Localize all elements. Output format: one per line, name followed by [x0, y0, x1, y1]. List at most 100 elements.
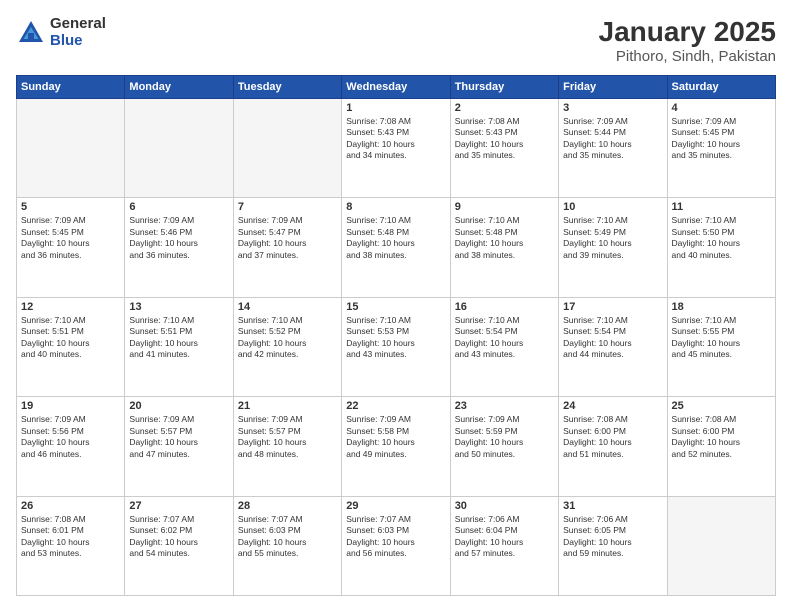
day-cell-4-2: 28Sunrise: 7:07 AM Sunset: 6:03 PM Dayli…: [233, 496, 341, 595]
day-info: Sunrise: 7:10 AM Sunset: 5:53 PM Dayligh…: [346, 315, 445, 361]
day-info: Sunrise: 7:09 AM Sunset: 5:47 PM Dayligh…: [238, 215, 337, 261]
day-info: Sunrise: 7:10 AM Sunset: 5:48 PM Dayligh…: [455, 215, 554, 261]
calendar-subtitle: Pithoro, Sindh, Pakistan: [599, 48, 776, 65]
day-info: Sunrise: 7:09 AM Sunset: 5:46 PM Dayligh…: [129, 215, 228, 261]
day-number: 26: [21, 500, 120, 512]
day-info: Sunrise: 7:09 AM Sunset: 5:56 PM Dayligh…: [21, 414, 120, 460]
day-number: 11: [672, 201, 771, 213]
day-number: 5: [21, 201, 120, 213]
logo: General Blue: [16, 16, 106, 49]
day-cell-3-4: 23 Sunrise: 7:09 AM Sunset: 5:59 PM Dayli…: [450, 397, 558, 496]
week-row-1: 1 Sunrise: 7:08 AM Sunset: 5:43 PM Daylig…: [17, 99, 776, 198]
day-info: Sunrise: 7:10 AM Sunset: 5:51 PM Dayligh…: [21, 315, 120, 361]
header-tuesday: Tuesday: [233, 76, 341, 99]
day-info: Sunrise: 7:10 AM Sunset: 5:51 PM Dayligh…: [129, 315, 228, 361]
day-info: Sunrise: 7:09 AM Sunset: 5:45 PM Dayligh…: [21, 215, 120, 261]
day-info: Sunrise: 7:10 AM Sunset: 5:54 PM Dayligh…: [455, 315, 554, 361]
week-row-3: 12Sunrise: 7:10 AM Sunset: 5:51 PM Dayli…: [17, 297, 776, 396]
header-wednesday: Wednesday: [342, 76, 450, 99]
day-number: 7: [238, 201, 337, 213]
day-cell-1-5: 10 Sunrise: 7:10 AM Sunset: 5:49 PM Dayli…: [559, 198, 667, 297]
title-block: January 2025 Pithoro, Sindh, Pakistan: [599, 16, 776, 65]
day-cell-3-6: 25 Sunrise: 7:08 AM Sunset: 6:00 PM Dayli…: [667, 397, 775, 496]
header-monday: Monday: [125, 76, 233, 99]
day-number: 8: [346, 201, 445, 213]
header-saturday: Saturday: [667, 76, 775, 99]
day-info: Sunrise: 7:06 AM Sunset: 6:04 PM Dayligh…: [455, 514, 554, 560]
day-number: 18: [672, 301, 771, 313]
day-cell-0-1: [125, 99, 233, 198]
day-info: Sunrise: 7:09 AM Sunset: 5:44 PM Dayligh…: [563, 116, 662, 162]
day-info: Sunrise: 7:10 AM Sunset: 5:48 PM Dayligh…: [346, 215, 445, 261]
day-number: 16: [455, 301, 554, 313]
day-number: 25: [672, 400, 771, 412]
day-number: 1: [346, 102, 445, 114]
day-cell-4-0: 26 Sunrise: 7:08 AM Sunset: 6:01 PM Dayli…: [17, 496, 125, 595]
day-info: Sunrise: 7:08 AM Sunset: 5:43 PM Dayligh…: [455, 116, 554, 162]
header-sunday: Sunday: [17, 76, 125, 99]
day-info: Sunrise: 7:10 AM Sunset: 5:49 PM Dayligh…: [563, 215, 662, 261]
day-number: 27: [129, 500, 228, 512]
logo-text: General Blue: [50, 16, 106, 49]
day-info: Sunrise: 7:09 AM Sunset: 5:59 PM Dayligh…: [455, 414, 554, 460]
header-friday: Friday: [559, 76, 667, 99]
day-cell-2-3: 15 Sunrise: 7:10 AM Sunset: 5:53 PM Dayli…: [342, 297, 450, 396]
day-info: Sunrise: 7:09 AM Sunset: 5:57 PM Dayligh…: [238, 414, 337, 460]
day-cell-1-3: 8 Sunrise: 7:10 AM Sunset: 5:48 PM Daylig…: [342, 198, 450, 297]
header-thursday: Thursday: [450, 76, 558, 99]
day-number: 15: [346, 301, 445, 313]
day-cell-1-4: 9 Sunrise: 7:10 AM Sunset: 5:48 PM Daylig…: [450, 198, 558, 297]
week-row-5: 26 Sunrise: 7:08 AM Sunset: 6:01 PM Dayli…: [17, 496, 776, 595]
day-cell-0-5: 3 Sunrise: 7:09 AM Sunset: 5:44 PM Daylig…: [559, 99, 667, 198]
day-cell-4-4: 30 Sunrise: 7:06 AM Sunset: 6:04 PM Dayli…: [450, 496, 558, 595]
day-number: 23: [455, 400, 554, 412]
week-row-4: 19 Sunrise: 7:09 AM Sunset: 5:56 PM Dayli…: [17, 397, 776, 496]
day-info: Sunrise: 7:06 AM Sunset: 6:05 PM Dayligh…: [563, 514, 662, 560]
day-cell-2-6: 18Sunrise: 7:10 AM Sunset: 5:55 PM Dayli…: [667, 297, 775, 396]
day-cell-4-1: 27 Sunrise: 7:07 AM Sunset: 6:02 PM Dayli…: [125, 496, 233, 595]
day-cell-3-0: 19 Sunrise: 7:09 AM Sunset: 5:56 PM Dayli…: [17, 397, 125, 496]
day-cell-0-4: 2 Sunrise: 7:08 AM Sunset: 5:43 PM Daylig…: [450, 99, 558, 198]
day-cell-2-5: 17Sunrise: 7:10 AM Sunset: 5:54 PM Dayli…: [559, 297, 667, 396]
day-info: Sunrise: 7:08 AM Sunset: 6:01 PM Dayligh…: [21, 514, 120, 560]
day-cell-3-2: 21 Sunrise: 7:09 AM Sunset: 5:57 PM Dayli…: [233, 397, 341, 496]
day-number: 10: [563, 201, 662, 213]
day-cell-3-3: 22Sunrise: 7:09 AM Sunset: 5:58 PM Dayli…: [342, 397, 450, 496]
day-number: 9: [455, 201, 554, 213]
day-number: 31: [563, 500, 662, 512]
day-cell-1-6: 11 Sunrise: 7:10 AM Sunset: 5:50 PM Dayli…: [667, 198, 775, 297]
page: General Blue January 2025 Pithoro, Sindh…: [0, 0, 792, 612]
day-number: 13: [129, 301, 228, 313]
day-cell-0-2: [233, 99, 341, 198]
day-cell-0-6: 4 Sunrise: 7:09 AM Sunset: 5:45 PM Daylig…: [667, 99, 775, 198]
calendar-title: January 2025: [599, 16, 776, 48]
day-cell-2-2: 14Sunrise: 7:10 AM Sunset: 5:52 PM Dayli…: [233, 297, 341, 396]
day-number: 22: [346, 400, 445, 412]
day-cell-4-3: 29 Sunrise: 7:07 AM Sunset: 6:03 PM Dayli…: [342, 496, 450, 595]
day-number: 20: [129, 400, 228, 412]
day-number: 24: [563, 400, 662, 412]
day-info: Sunrise: 7:08 AM Sunset: 6:00 PM Dayligh…: [672, 414, 771, 460]
day-cell-4-5: 31 Sunrise: 7:06 AM Sunset: 6:05 PM Dayli…: [559, 496, 667, 595]
day-info: Sunrise: 7:10 AM Sunset: 5:50 PM Dayligh…: [672, 215, 771, 261]
day-info: Sunrise: 7:07 AM Sunset: 6:03 PM Dayligh…: [346, 514, 445, 560]
days-header-row: Sunday Monday Tuesday Wednesday Thursday…: [17, 76, 776, 99]
day-cell-2-4: 16 Sunrise: 7:10 AM Sunset: 5:54 PM Dayli…: [450, 297, 558, 396]
logo-blue-label: Blue: [50, 33, 106, 50]
day-number: 4: [672, 102, 771, 114]
day-number: 3: [563, 102, 662, 114]
day-number: 30: [455, 500, 554, 512]
day-cell-2-0: 12Sunrise: 7:10 AM Sunset: 5:51 PM Dayli…: [17, 297, 125, 396]
day-number: 21: [238, 400, 337, 412]
day-cell-0-0: [17, 99, 125, 198]
day-cell-3-1: 20Sunrise: 7:09 AM Sunset: 5:57 PM Dayli…: [125, 397, 233, 496]
day-cell-1-1: 6Sunrise: 7:09 AM Sunset: 5:46 PM Daylig…: [125, 198, 233, 297]
day-number: 19: [21, 400, 120, 412]
logo-general-label: General: [50, 16, 106, 33]
day-info: Sunrise: 7:07 AM Sunset: 6:02 PM Dayligh…: [129, 514, 228, 560]
day-cell-0-3: 1Sunrise: 7:08 AM Sunset: 5:43 PM Daylig…: [342, 99, 450, 198]
day-info: Sunrise: 7:10 AM Sunset: 5:52 PM Dayligh…: [238, 315, 337, 361]
day-number: 29: [346, 500, 445, 512]
day-number: 2: [455, 102, 554, 114]
day-info: Sunrise: 7:09 AM Sunset: 5:45 PM Dayligh…: [672, 116, 771, 162]
